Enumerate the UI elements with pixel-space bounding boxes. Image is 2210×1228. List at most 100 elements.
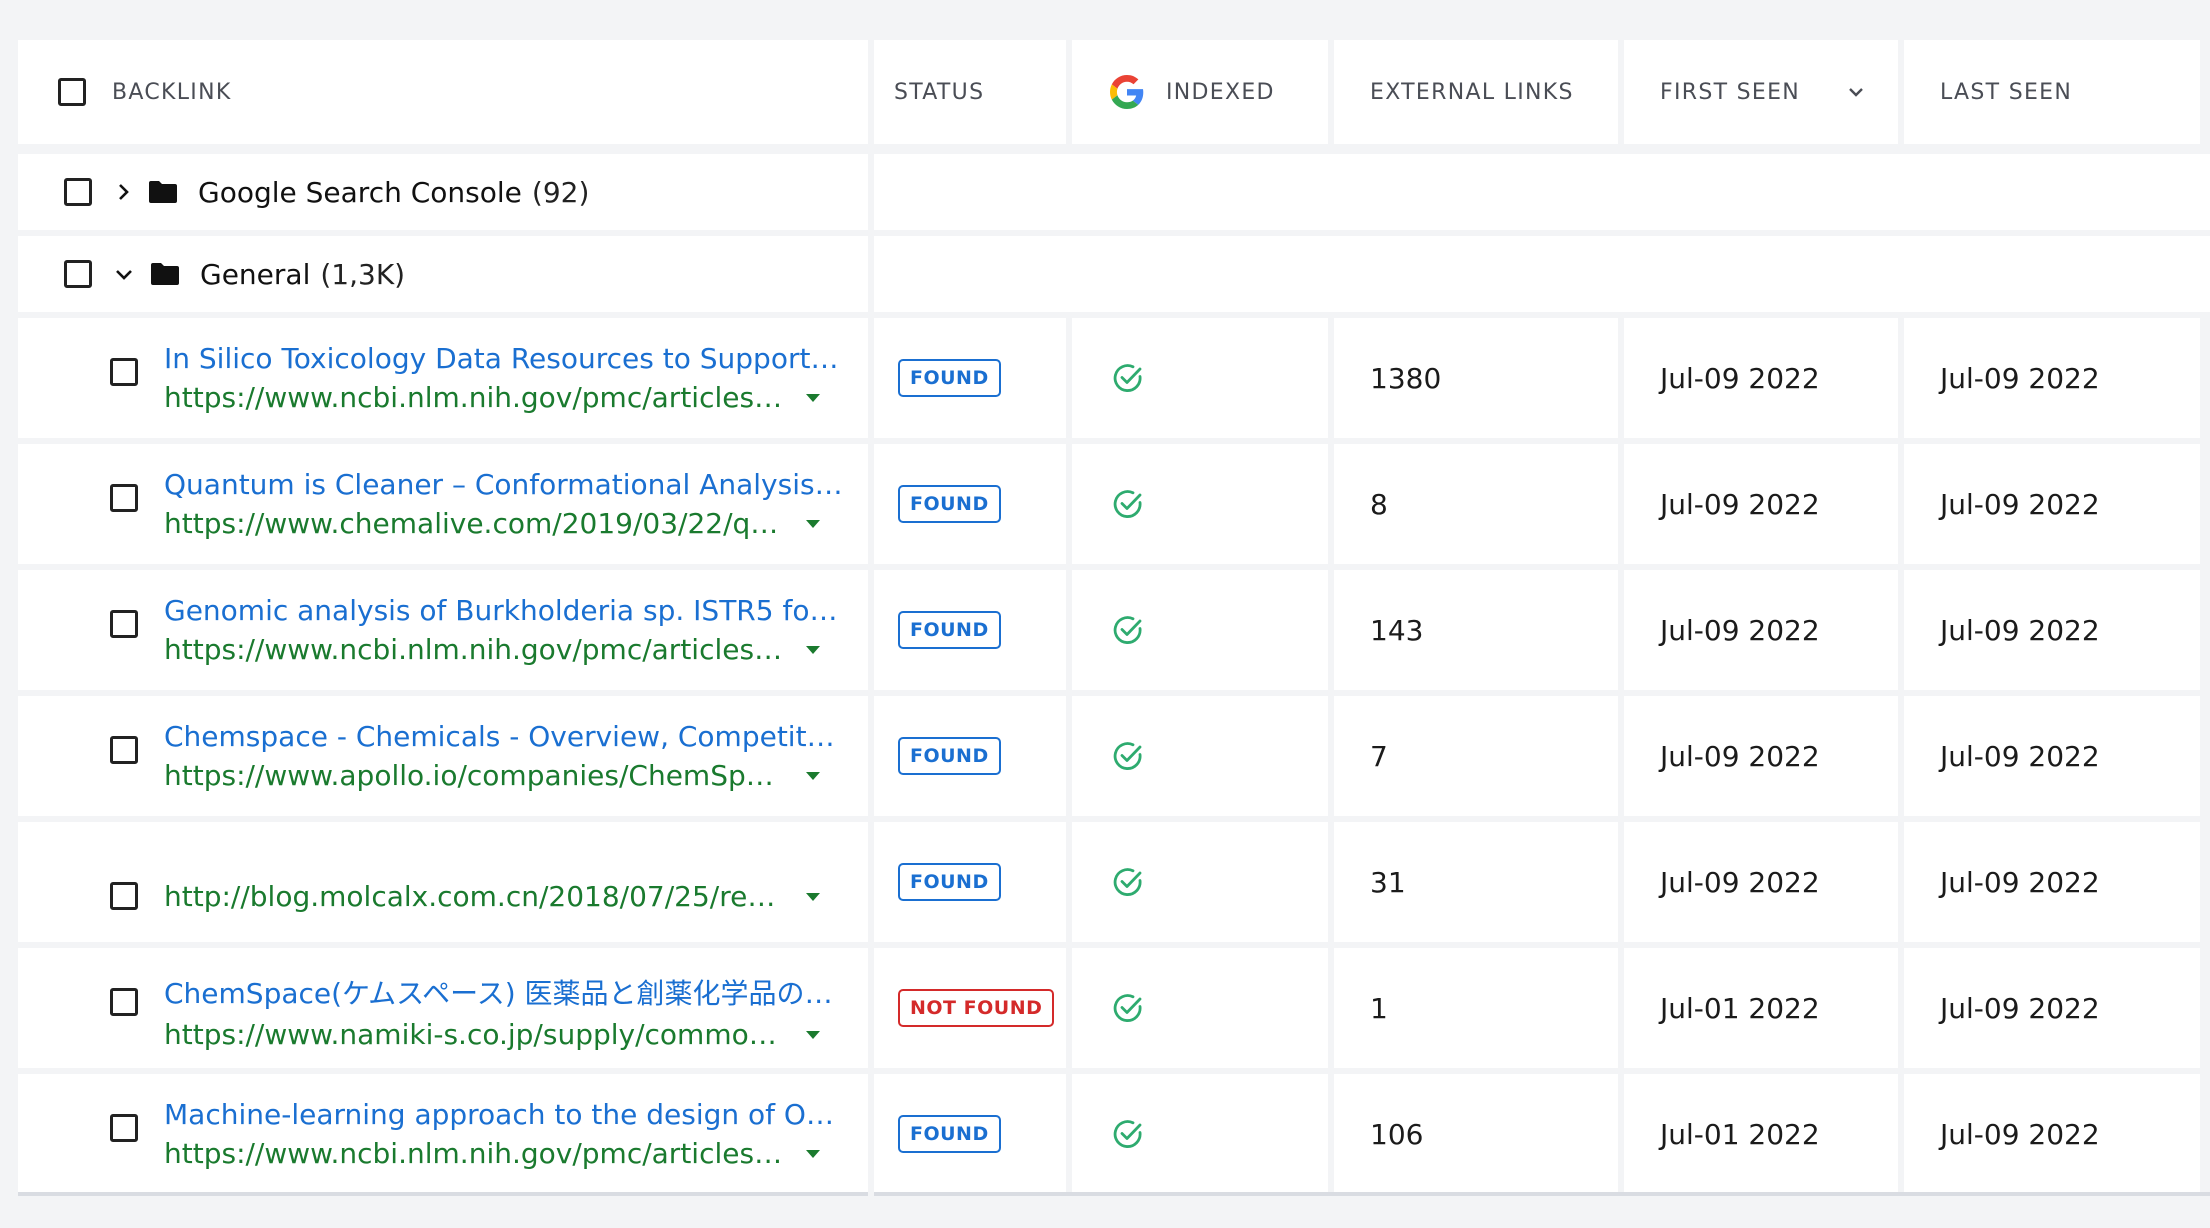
group-row-gsc-fill [874, 154, 2210, 230]
external-links-value: 1 [1370, 991, 1388, 1025]
indexed-cell [1072, 318, 1328, 438]
header-last-seen[interactable]: LAST SEEN [1904, 40, 2200, 144]
group-label: General [200, 257, 311, 291]
status-cell: FOUND [874, 318, 1066, 438]
first-cell: Jul-09 2022 [1624, 444, 1898, 564]
row-checkbox[interactable] [110, 610, 138, 638]
check-circle-icon [1112, 488, 1144, 520]
backlink-url-link[interactable]: https://www.chemalive.com/2019/03/22/qua… [164, 507, 784, 540]
group-row-general[interactable]: General (1,3K) [18, 236, 868, 312]
backlink-cell: ChemSpace(ケムスペース) 医薬品と創薬化学品の専... https://… [18, 948, 868, 1068]
backlink-url-link[interactable]: https://www.namiki-s.co.jp/supply/common… [164, 1018, 784, 1051]
status-badge: NOT FOUND [898, 989, 1055, 1027]
last-cell: Jul-09 2022 [1904, 318, 2200, 438]
url-menu-caret-icon[interactable] [806, 519, 820, 528]
group-checkbox[interactable] [64, 260, 92, 288]
folder-icon [150, 262, 180, 286]
url-menu-caret-icon[interactable] [806, 393, 820, 402]
backlinks-table: BACKLINK STATUS INDEXED EXTERNAL LINKS F… [18, 40, 2210, 1228]
group-row-general-fill [874, 236, 2210, 312]
backlink-title-link[interactable]: Chemspace - Chemicals - Overview, Compet… [164, 720, 844, 753]
backlink-url-link[interactable]: https://www.ncbi.nlm.nih.gov/pmc/article… [164, 633, 784, 666]
first-cell: Jul-09 2022 [1624, 318, 1898, 438]
url-menu-caret-icon[interactable] [806, 771, 820, 780]
header-last-seen-label: LAST SEEN [1940, 79, 2073, 105]
last-cell: Jul-09 2022 [1904, 444, 2200, 564]
status-cell: FOUND [874, 1074, 1066, 1194]
external-cell: 106 [1334, 1074, 1618, 1194]
backlink-cell: Machine-learning approach to the design … [18, 1074, 868, 1194]
last-seen-value: Jul-09 2022 [1940, 739, 2100, 773]
url-menu-caret-icon[interactable] [806, 1149, 820, 1158]
group-label: Google Search Console [198, 175, 522, 209]
url-menu-caret-icon[interactable] [806, 1030, 820, 1039]
last-seen-value: Jul-09 2022 [1940, 487, 2100, 521]
first-seen-value: Jul-09 2022 [1660, 613, 1820, 647]
backlink-title-link[interactable]: In Silico Toxicology Data Resources to S… [164, 342, 844, 375]
row-checkbox[interactable] [110, 988, 138, 1016]
backlink-title-link[interactable]: ChemSpace(ケムスペース) 医薬品と創薬化学品の専... [164, 972, 844, 1012]
external-cell: 7 [1334, 696, 1618, 816]
chevron-right-icon[interactable] [116, 182, 130, 202]
header-status-label: STATUS [894, 79, 985, 105]
header-backlink-label: BACKLINK [112, 79, 232, 105]
first-cell: Jul-01 2022 [1624, 1074, 1898, 1194]
backlink-url-link[interactable]: https://www.ncbi.nlm.nih.gov/pmc/article… [164, 381, 784, 414]
url-menu-caret-icon[interactable] [806, 892, 820, 901]
backlink-url-link[interactable]: http://blog.molcalx.com.cn/2018/07/25/re… [164, 880, 784, 913]
status-badge: FOUND [898, 863, 1001, 901]
header-indexed-label: INDEXED [1166, 79, 1275, 105]
last-cell: Jul-09 2022 [1904, 822, 2200, 942]
check-circle-icon [1112, 866, 1144, 898]
group-row-gsc[interactable]: Google Search Console (92) [18, 154, 868, 230]
status-cell: FOUND [874, 822, 1066, 942]
row-checkbox[interactable] [110, 736, 138, 764]
table-bottom-divider [874, 1192, 2210, 1196]
status-badge: FOUND [898, 611, 1001, 649]
google-g-icon [1110, 75, 1144, 109]
status-cell: FOUND [874, 696, 1066, 816]
backlink-title-link[interactable]: Genomic analysis of Burkholderia sp. IST… [164, 594, 844, 627]
chevron-down-icon[interactable] [114, 267, 134, 281]
backlink-cell: http://blog.molcalx.com.cn/2018/07/25/re… [18, 822, 868, 942]
backlink-url-link[interactable]: https://www.apollo.io/companies/ChemSpac… [164, 759, 784, 792]
row-checkbox[interactable] [110, 484, 138, 512]
check-circle-icon [1112, 614, 1144, 646]
header-indexed[interactable]: INDEXED [1072, 40, 1328, 144]
indexed-cell [1072, 570, 1328, 690]
chevron-down-icon[interactable] [1848, 86, 1864, 98]
last-cell: Jul-09 2022 [1904, 1074, 2200, 1194]
row-checkbox[interactable] [110, 1114, 138, 1142]
backlink-url-link[interactable]: https://www.ncbi.nlm.nih.gov/pmc/article… [164, 1137, 784, 1170]
backlink-title-link[interactable]: Quantum is Cleaner – Conformational Anal… [164, 468, 844, 501]
backlink-cell: In Silico Toxicology Data Resources to S… [18, 318, 868, 438]
last-seen-value: Jul-09 2022 [1940, 361, 2100, 395]
header-first-seen-label: FIRST SEEN [1660, 79, 1801, 105]
group-checkbox[interactable] [64, 178, 92, 206]
row-checkbox[interactable] [110, 882, 138, 910]
status-badge: FOUND [898, 359, 1001, 397]
first-cell: Jul-09 2022 [1624, 696, 1898, 816]
first-seen-value: Jul-09 2022 [1660, 739, 1820, 773]
select-all-checkbox[interactable] [58, 78, 86, 106]
url-menu-caret-icon[interactable] [806, 645, 820, 654]
last-seen-value: Jul-09 2022 [1940, 865, 2100, 899]
first-seen-value: Jul-01 2022 [1660, 991, 1820, 1025]
header-status[interactable]: STATUS [874, 40, 1066, 144]
last-seen-value: Jul-09 2022 [1940, 613, 2100, 647]
group-count: (1,3K) [320, 257, 406, 291]
external-links-value: 1380 [1370, 361, 1442, 395]
last-cell: Jul-09 2022 [1904, 948, 2200, 1068]
check-circle-icon [1112, 362, 1144, 394]
row-checkbox[interactable] [110, 358, 138, 386]
backlink-title-link[interactable]: Machine-learning approach to the design … [164, 1098, 844, 1131]
header-external-links[interactable]: EXTERNAL LINKS [1334, 40, 1618, 144]
header-first-seen[interactable]: FIRST SEEN [1624, 40, 1898, 144]
last-cell: Jul-09 2022 [1904, 696, 2200, 816]
check-circle-icon [1112, 992, 1144, 1024]
header-backlink: BACKLINK [18, 40, 868, 144]
indexed-cell [1072, 948, 1328, 1068]
first-cell: Jul-01 2022 [1624, 948, 1898, 1068]
first-seen-value: Jul-09 2022 [1660, 361, 1820, 395]
first-seen-value: Jul-09 2022 [1660, 865, 1820, 899]
